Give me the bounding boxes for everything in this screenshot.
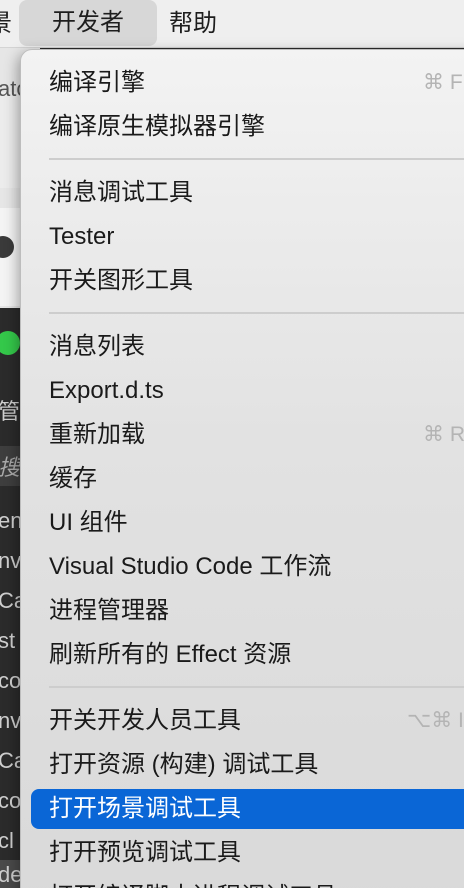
menu-item-compile-native-simulator-engine[interactable]: 编译原生模拟器引擎 [31, 107, 464, 147]
menu-item-label: 开关开发人员工具 [49, 707, 241, 734]
menu-item-open-asset-build-debugger[interactable]: 打开资源 (构建) 调试工具 [31, 745, 464, 785]
menu-item-label: 打开资源 (构建) 调试工具 [49, 751, 319, 778]
menu-item-label: 重新加载 [49, 421, 145, 448]
menu-item-message-debugger[interactable]: 消息调试工具 [31, 173, 464, 213]
menu-item-label: 开关图形工具 [49, 267, 193, 294]
menu-item-label: 刷新所有的 Effect 资源 [49, 641, 292, 668]
menu-item-open-compile-script-debugger[interactable]: 打开编译脚本进程调试工具 [31, 877, 464, 888]
menu-item-label: 缓存 [49, 465, 97, 492]
menu-item-label: UI 组件 [49, 509, 128, 536]
background-text: 管 [0, 399, 21, 424]
menu-item-toggle-graphics-tools[interactable]: 开关图形工具 [31, 261, 464, 301]
menu-item-refresh-effect-resources[interactable]: 刷新所有的 Effect 资源 [31, 635, 464, 675]
menu-item-compile-engine[interactable]: 编译引擎 ⌘ F [31, 63, 464, 103]
menu-item-tester[interactable]: Tester [31, 217, 464, 257]
menu-item-cache[interactable]: 缓存 [31, 459, 464, 499]
menu-item-label: 消息调试工具 [49, 179, 193, 206]
menubar-item-developer[interactable]: 开发者 [19, 0, 157, 46]
menu-item-shortcut: ⌘ F [423, 71, 463, 94]
menu-item-label: 打开场景调试工具 [49, 795, 241, 822]
background-text: cl [0, 828, 14, 853]
menu-item-label: 进程管理器 [49, 597, 169, 624]
menu-item-toggle-devtools[interactable]: 开关开发人员工具 ⌥⌘ I [31, 701, 464, 741]
menu-item-vscode-workflow[interactable]: Visual Studio Code 工作流 [31, 547, 464, 587]
menu-item-ui-components[interactable]: UI 组件 [31, 503, 464, 543]
developer-menu: 编译引擎 ⌘ F 编译原生模拟器引擎 消息调试工具 Tester 开关图形工具 … [20, 49, 464, 888]
menu-item-label: 打开编译脚本进程调试工具 [49, 877, 337, 888]
menu-item-label: 打开预览调试工具 [49, 839, 241, 866]
background-text: co [0, 668, 22, 693]
menu-item-export-dts[interactable]: Export.d.ts [31, 371, 464, 411]
menu-item-open-scene-debugger[interactable]: 打开场景调试工具 [31, 789, 464, 829]
menu-item-message-list[interactable]: 消息列表 [31, 327, 464, 367]
menu-item-shortcut: ⌘ R [423, 423, 464, 446]
menu-separator [49, 312, 464, 314]
menu-item-label: Tester [49, 223, 115, 250]
menu-item-label: 编译原生模拟器引擎 [49, 113, 265, 140]
menubar-item-help[interactable]: 帮助 [169, 0, 217, 47]
menu-item-reload[interactable]: 重新加载 ⌘ R [31, 415, 464, 455]
menu-item-label: Export.d.ts [49, 377, 164, 404]
background-text: nv [0, 708, 22, 733]
menubar-item-partial[interactable]: 景 [0, 0, 12, 47]
menu-item-label: 消息列表 [49, 333, 145, 360]
menu-item-label: 编译引擎 [49, 69, 145, 96]
menu-item-process-manager[interactable]: 进程管理器 [31, 591, 464, 631]
menu-separator [49, 158, 464, 160]
background-text: nv [0, 548, 22, 573]
window-zoom-button[interactable] [0, 331, 20, 355]
background-text: st [0, 628, 16, 653]
menu-item-label: Visual Studio Code 工作流 [49, 553, 332, 580]
menu-bar: 景 开发者 帮助 [0, 0, 464, 48]
background-text: 搜 [0, 455, 21, 480]
menu-item-shortcut: ⌥⌘ I [407, 709, 464, 732]
menu-separator [49, 686, 464, 688]
background-text: co [0, 788, 22, 813]
menu-item-open-preview-debugger[interactable]: 打开预览调试工具 [31, 833, 464, 873]
